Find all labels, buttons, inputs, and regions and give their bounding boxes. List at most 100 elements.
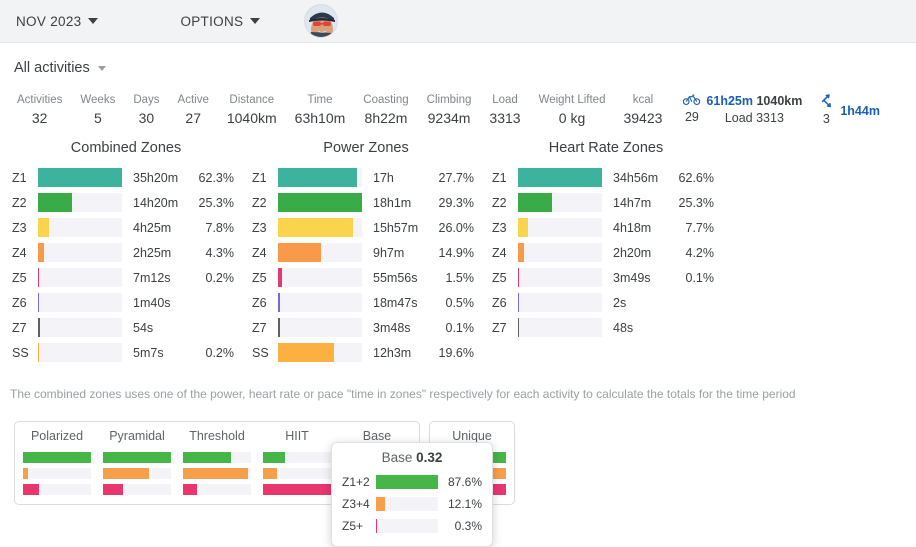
zone-row[interactable]: Z5 3m49s 0.1%	[492, 265, 720, 290]
zone-time: 2h20m	[613, 245, 652, 260]
zone-bar-fill	[278, 168, 358, 187]
distribution-column-hiit[interactable]: HIIT	[263, 429, 331, 495]
zone-bar-track	[38, 243, 122, 262]
tooltip-row: Z3+4 12.1%	[342, 493, 482, 515]
zone-row[interactable]: Z1 17h 27.7%	[252, 165, 480, 190]
top-bar: NOV 2023 OPTIONS	[0, 0, 916, 43]
zone-bar-track	[38, 218, 122, 237]
zone-bar-fill	[38, 268, 40, 287]
distribution-bar-pink	[23, 484, 39, 495]
sport-summary-cycling[interactable]: 29 61h25m 1040km Load 3313	[671, 93, 802, 127]
zone-tables: Combined Zones Z1 35h20m 62.3% Z2 14h20m…	[0, 128, 916, 365]
zone-name: Z4	[252, 245, 267, 260]
zone-row[interactable]: Z3 4h25m 7.8%	[12, 215, 240, 240]
zone-name: Z1	[12, 170, 27, 185]
zone-time: 15h57m	[373, 220, 419, 235]
tooltip-bar-track	[376, 497, 438, 511]
stat-label: Weight Lifted	[538, 94, 606, 106]
tooltip-row-name: Z1+2	[342, 475, 370, 489]
combined-zones-note: The combined zones uses one of the power…	[10, 387, 796, 401]
activity-filter-row: All activities	[0, 43, 916, 77]
distribution-column-polarized[interactable]: Polarized	[23, 429, 91, 495]
options-menu[interactable]: OPTIONS	[178, 10, 262, 33]
zone-time: 7m12s	[133, 270, 171, 285]
stat-label: Weeks	[80, 94, 116, 106]
zone-bar-fill	[518, 318, 519, 337]
zone-bar-fill	[278, 193, 362, 212]
stat-label: Load	[492, 94, 518, 106]
zone-time: 3m48s	[373, 320, 411, 335]
zone-row[interactable]: SS 12h3m 19.6%	[252, 340, 480, 365]
zone-bar-fill	[38, 318, 40, 337]
zone-row[interactable]: Z7 3m48s 0.1%	[252, 315, 480, 340]
zone-row[interactable]: Z3 15h57m 26.0%	[252, 215, 480, 240]
tooltip-row-name: Z5+	[342, 519, 364, 533]
avatar[interactable]	[304, 4, 339, 38]
tooltip-row-name: Z3+4	[342, 497, 370, 511]
distribution-bar-track	[183, 484, 251, 495]
zone-name: Z2	[252, 195, 267, 210]
zone-bar-fill	[518, 193, 552, 212]
zone-bar-track	[38, 293, 122, 312]
distribution-bar-orange	[263, 468, 277, 479]
distribution-bar-pink	[103, 484, 124, 495]
zone-row[interactable]: Z6 1m40s	[12, 290, 240, 315]
zone-bar-track	[38, 318, 122, 337]
distribution-bar-track	[263, 468, 331, 479]
zone-pct: 25.3%	[678, 195, 714, 210]
stat-value: 30	[138, 110, 155, 126]
zone-bar-track	[38, 343, 122, 362]
zone-table-title: Heart Rate Zones	[548, 140, 664, 156]
distribution-bar-orange	[103, 468, 150, 479]
zone-row[interactable]: Z1 34h56m 62.6%	[492, 165, 720, 190]
strength-icon	[818, 93, 834, 110]
zone-row[interactable]: Z6 18m47s 0.5%	[252, 290, 480, 315]
zone-row[interactable]: Z2 18h1m 29.3%	[252, 190, 480, 215]
sport-summary-strength[interactable]: 3 1h44m	[802, 93, 880, 128]
zone-row[interactable]: Z5 7m12s 0.2%	[12, 265, 240, 290]
zone-bar-fill	[38, 243, 44, 262]
zone-table-heart-rate: Heart Rate Zones Z1 34h56m 62.6% Z2 14h7…	[486, 140, 726, 365]
distribution-column-pyramidal[interactable]: Pyramidal	[103, 429, 171, 495]
period-selector[interactable]: NOV 2023	[14, 10, 100, 33]
zone-name: Z2	[12, 195, 27, 210]
zone-row[interactable]: Z5 55m56s 1.5%	[252, 265, 480, 290]
zone-bar-fill	[38, 218, 49, 237]
zone-row[interactable]: Z7 54s	[12, 315, 240, 340]
zone-row[interactable]: Z1 35h20m 62.3%	[12, 165, 240, 190]
zone-row[interactable]: Z6 2s	[492, 290, 720, 315]
zone-row[interactable]: Z2 14h7m 25.3%	[492, 190, 720, 215]
stat-label: Coasting	[363, 94, 409, 106]
activity-filter[interactable]: All activities	[14, 60, 106, 76]
zone-bar-track	[278, 318, 362, 337]
zone-bar-track	[518, 243, 602, 262]
distribution-bar-track	[103, 468, 171, 479]
zone-bar-track	[38, 193, 122, 212]
stat-value: 32	[31, 110, 48, 126]
stat-label: kcal	[632, 94, 654, 106]
zone-bar-fill	[38, 168, 122, 187]
sport-count: 3	[822, 112, 830, 126]
zone-row[interactable]: Z4 2h25m 4.3%	[12, 240, 240, 265]
zone-bar-track	[518, 318, 602, 337]
summary-stats: Activities 32 Weeks 5 Days 30 Active 27 …	[0, 77, 916, 128]
zone-row[interactable]: SS 5m7s 0.2%	[12, 340, 240, 365]
sport-time: 1h44m	[840, 103, 880, 118]
zone-name: SS	[252, 345, 269, 360]
distribution-column-threshold[interactable]: Threshold	[183, 429, 251, 495]
zone-bar-fill	[518, 243, 524, 262]
zone-bar-fill	[278, 218, 353, 237]
zone-pct: 14.9%	[438, 245, 474, 260]
distribution-bar-track	[183, 452, 251, 463]
sport-time: 61h25m	[706, 94, 753, 108]
zone-pct: 25.3%	[198, 195, 234, 210]
zone-row[interactable]: Z4 9h7m 14.9%	[252, 240, 480, 265]
zone-name: Z3	[12, 220, 27, 235]
zone-row[interactable]: Z4 2h20m 4.2%	[492, 240, 720, 265]
zone-row[interactable]: Z3 4h18m 7.7%	[492, 215, 720, 240]
stat-value: 63h10m	[294, 110, 346, 126]
stat-label: Activities	[17, 94, 63, 106]
zone-row[interactable]: Z7 48s	[492, 315, 720, 340]
zone-bar-track	[518, 218, 602, 237]
zone-row[interactable]: Z2 14h20m 25.3%	[12, 190, 240, 215]
